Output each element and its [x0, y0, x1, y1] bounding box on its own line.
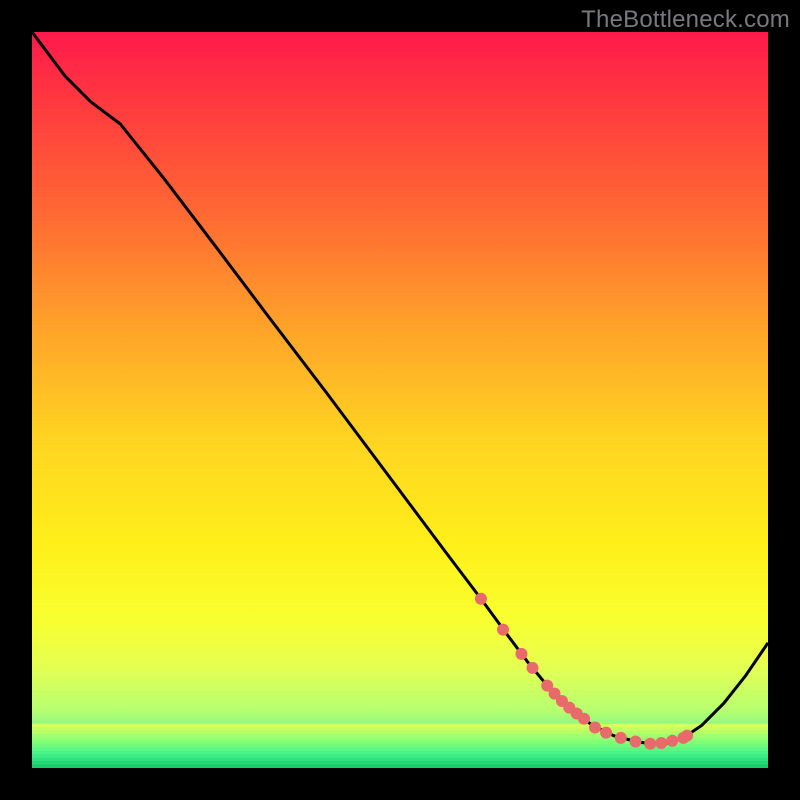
marker-dot	[655, 737, 667, 749]
marker-dot	[497, 624, 509, 636]
marker-dot	[578, 713, 590, 725]
marker-dot	[515, 648, 527, 660]
plot-area	[32, 32, 768, 768]
marker-dot	[526, 662, 538, 674]
marker-dot	[666, 735, 678, 747]
marker-dot	[600, 727, 612, 739]
watermark-text: TheBottleneck.com	[581, 6, 790, 34]
marker-dot	[644, 738, 656, 750]
marker-dot	[615, 732, 627, 744]
chart-stage: TheBottleneck.com	[0, 0, 800, 800]
marker-dot	[681, 730, 693, 742]
marker-dot	[630, 736, 642, 748]
gradient-background	[32, 32, 768, 768]
chart-svg	[32, 32, 768, 768]
marker-dot	[589, 722, 601, 734]
marker-dot	[475, 593, 487, 605]
